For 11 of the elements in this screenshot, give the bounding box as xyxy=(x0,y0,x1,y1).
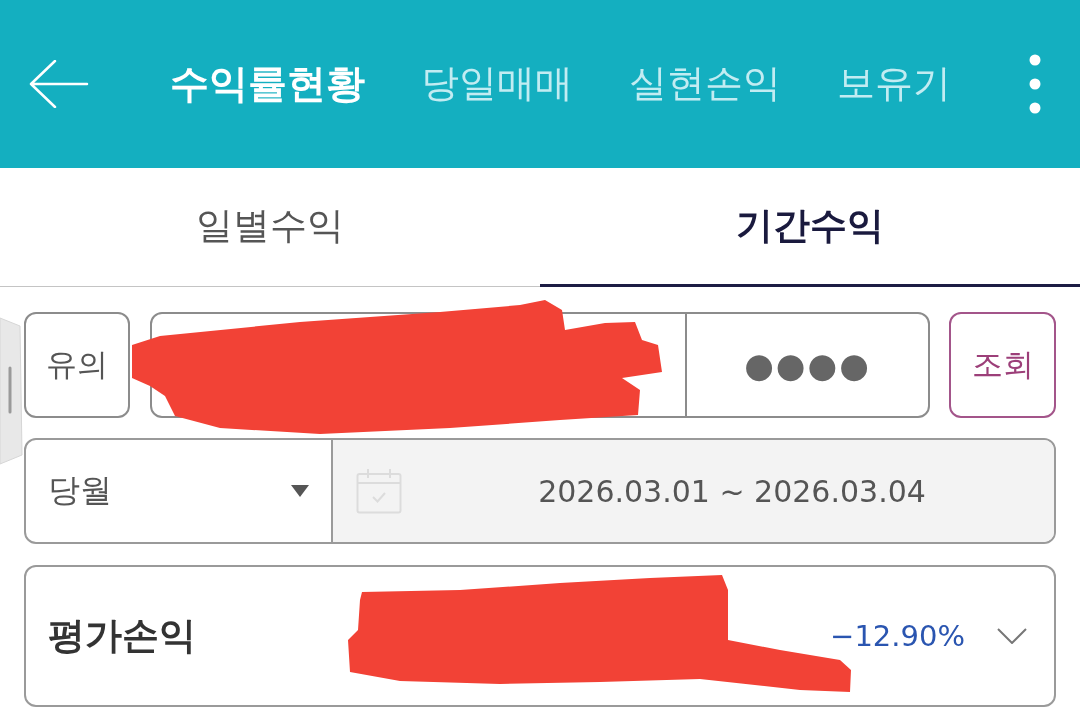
sub-tab[interactable]: 기간수익 xyxy=(540,168,1080,287)
chevron-down-icon[interactable] xyxy=(997,628,1027,644)
sub-tab[interactable]: 일별수익 xyxy=(0,168,540,287)
side-handle[interactable] xyxy=(0,317,23,465)
back-arrow-icon[interactable] xyxy=(29,60,89,108)
more-menu-icon[interactable] xyxy=(1028,54,1042,114)
profit-summary-card[interactable]: 평가손익 −12.90% xyxy=(24,565,1056,707)
return-rate: −12.90% xyxy=(830,619,965,653)
search-button[interactable]: 조회 xyxy=(949,312,1056,418)
notice-button[interactable]: 유의 xyxy=(24,312,130,418)
summary-label: 평가손익 xyxy=(48,613,196,659)
